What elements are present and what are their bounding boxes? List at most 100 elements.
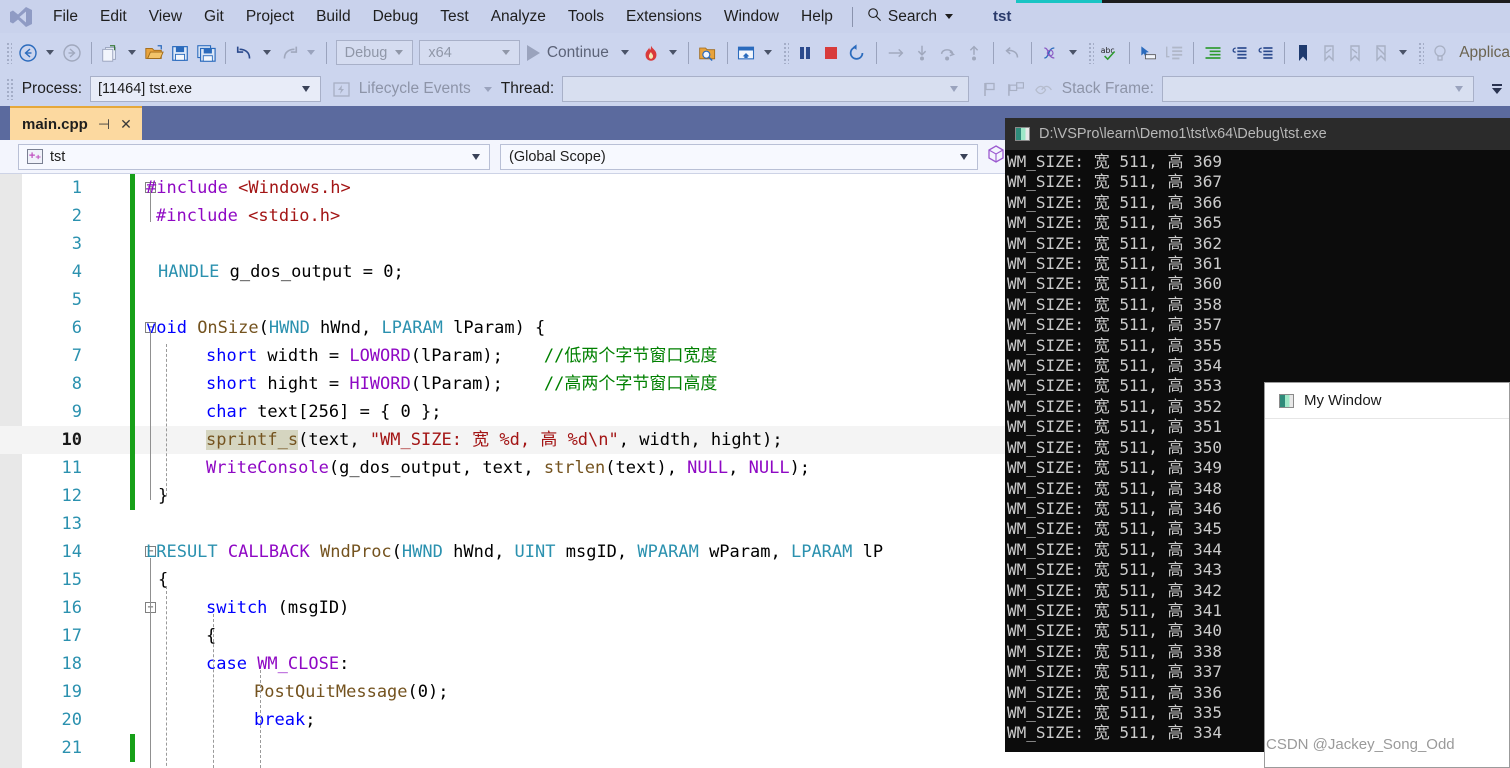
menu-item-help[interactable]: Help bbox=[790, 0, 844, 33]
stack-frame-combo[interactable] bbox=[1161, 76, 1474, 102]
toolbar-grip[interactable] bbox=[1418, 41, 1425, 64]
console-line: WM_SIZE: 宽 511, 高 362 bbox=[1007, 233, 1223, 253]
debugbar-grip[interactable] bbox=[6, 78, 15, 100]
lifecycle-events-dropdown[interactable] bbox=[483, 86, 492, 92]
show-next-statement-icon bbox=[888, 48, 903, 57]
line-number: 10 bbox=[61, 430, 82, 450]
visual-studio-logo-icon bbox=[0, 0, 42, 33]
hot-reload-dropdown[interactable] bbox=[668, 50, 677, 55]
link-button[interactable] bbox=[1030, 74, 1057, 104]
console-window-icon bbox=[1015, 127, 1030, 141]
window-layout-button[interactable] bbox=[733, 38, 759, 68]
solution-configuration-combo[interactable]: Debug bbox=[335, 40, 414, 65]
increase-indent-button[interactable] bbox=[1200, 38, 1226, 68]
step-over-button[interactable] bbox=[935, 38, 961, 68]
pointer-select-icon bbox=[1141, 45, 1157, 59]
console-title-bar[interactable]: D:\VSPro\learn\Demo1\tst\x64\Debug\tst.e… bbox=[1005, 118, 1510, 150]
tab-main-cpp[interactable]: main.cpp ⊣ ✕ bbox=[10, 106, 142, 140]
code-cube-icon[interactable] bbox=[986, 144, 1006, 169]
save-all-button[interactable] bbox=[193, 38, 219, 68]
bookmarks-dropdown[interactable] bbox=[1399, 50, 1408, 55]
flag-button[interactable] bbox=[977, 74, 1003, 104]
navigate-forward-button[interactable] bbox=[59, 38, 85, 68]
open-file-button[interactable] bbox=[141, 38, 167, 68]
window-layout-dropdown[interactable] bbox=[764, 50, 773, 55]
solution-platform-combo[interactable]: x64 bbox=[419, 40, 520, 65]
solution-platform-value: x64 bbox=[428, 44, 452, 61]
hot-reload-button[interactable] bbox=[638, 38, 664, 68]
toolbar-grip[interactable] bbox=[783, 41, 789, 64]
menu-item-view[interactable]: View bbox=[138, 0, 193, 33]
stop-debugging-button[interactable] bbox=[818, 38, 844, 68]
undo-navigation-button[interactable] bbox=[999, 38, 1025, 68]
menu-item-edit[interactable]: Edit bbox=[89, 0, 138, 33]
menu-item-window[interactable]: Window bbox=[713, 0, 790, 33]
menu-item-git[interactable]: Git bbox=[193, 0, 235, 33]
member-scope-combo[interactable]: (Global Scope) bbox=[500, 143, 978, 170]
threads-view-button[interactable] bbox=[1038, 38, 1064, 68]
line-number: 9 bbox=[71, 402, 82, 422]
lightbulb-icon bbox=[1434, 44, 1446, 61]
undo-dropdown[interactable] bbox=[263, 50, 271, 55]
step-into-button[interactable] bbox=[909, 38, 935, 68]
redo-button[interactable] bbox=[276, 38, 302, 68]
undo-button[interactable] bbox=[232, 38, 258, 68]
find-in-files-button[interactable] bbox=[695, 38, 721, 68]
chevron-down-icon bbox=[501, 50, 510, 55]
line-number: 17 bbox=[61, 626, 82, 646]
my-window-popup[interactable]: My Window bbox=[1264, 382, 1510, 768]
debugbar-overflow-button[interactable] bbox=[1484, 74, 1510, 104]
clear-bookmarks-icon bbox=[1376, 44, 1387, 62]
line-number: 14 bbox=[61, 542, 82, 562]
lightbulb-button[interactable] bbox=[1427, 38, 1453, 68]
previous-bookmark-button[interactable] bbox=[1316, 38, 1342, 68]
menu-item-test[interactable]: Test bbox=[429, 0, 479, 33]
menu-item-extensions[interactable]: Extensions bbox=[615, 0, 713, 33]
new-item-dropdown[interactable] bbox=[128, 50, 137, 55]
redo-dropdown[interactable] bbox=[307, 50, 315, 55]
menu-item-build[interactable]: Build bbox=[305, 0, 361, 33]
uncomment-block-button[interactable] bbox=[1252, 38, 1278, 68]
project-scope-combo[interactable]: +₊ tst bbox=[18, 143, 490, 170]
close-icon[interactable]: ✕ bbox=[120, 116, 132, 133]
pin-icon[interactable]: ⊣ bbox=[98, 116, 110, 133]
comment-block-button[interactable] bbox=[1161, 38, 1187, 68]
multiple-flags-button[interactable] bbox=[1003, 74, 1030, 104]
process-combo[interactable]: [11464] tst.exe bbox=[90, 76, 321, 102]
menu-item-debug[interactable]: Debug bbox=[362, 0, 430, 33]
lifecycle-events-button[interactable] bbox=[329, 74, 355, 104]
continue-dropdown[interactable] bbox=[620, 50, 629, 55]
restart-button[interactable] bbox=[844, 38, 870, 68]
spell-check-button[interactable]: abc bbox=[1097, 38, 1123, 68]
thread-combo[interactable] bbox=[562, 76, 970, 102]
next-bookmark-button[interactable] bbox=[1342, 38, 1368, 68]
code-text: switch (msgID) bbox=[206, 598, 350, 618]
menu-item-file[interactable]: File bbox=[42, 0, 89, 33]
navigate-back-dropdown[interactable] bbox=[45, 50, 54, 55]
clear-bookmarks-button[interactable] bbox=[1368, 38, 1394, 68]
my-window-title-bar[interactable]: My Window bbox=[1265, 383, 1509, 419]
threads-dropdown[interactable] bbox=[1068, 50, 1077, 55]
new-item-button[interactable] bbox=[97, 38, 123, 68]
menu-item-tools[interactable]: Tools bbox=[557, 0, 615, 33]
continue-button[interactable]: Continue bbox=[523, 38, 638, 68]
toolbar-grip[interactable] bbox=[1087, 41, 1094, 64]
search-box[interactable]: Search bbox=[861, 0, 959, 33]
show-next-statement-button[interactable] bbox=[883, 38, 909, 68]
pointer-select-button[interactable] bbox=[1135, 38, 1161, 68]
console-line: WM_SIZE: 宽 511, 高 367 bbox=[1007, 172, 1223, 192]
menu-item-analyze[interactable]: Analyze bbox=[480, 0, 557, 33]
navigate-back-button[interactable] bbox=[15, 38, 41, 68]
console-line: WM_SIZE: 宽 511, 高 366 bbox=[1007, 192, 1223, 212]
menu-item-project[interactable]: Project bbox=[235, 0, 305, 33]
standard-toolbar: Debug x64 Continue abc Applica bbox=[0, 33, 1510, 72]
redo-icon bbox=[283, 46, 298, 59]
break-all-button[interactable] bbox=[792, 38, 818, 68]
save-button[interactable] bbox=[167, 38, 193, 68]
overflow-chevron-icon bbox=[1492, 84, 1502, 94]
decrease-indent-button[interactable] bbox=[1226, 38, 1252, 68]
code-text: LRESULT CALLBACK WndProc(HWND hWnd, UINT… bbox=[146, 542, 884, 562]
bookmark-button[interactable] bbox=[1290, 38, 1316, 68]
step-out-button[interactable] bbox=[961, 38, 987, 68]
toolbar-grip[interactable] bbox=[6, 41, 12, 64]
